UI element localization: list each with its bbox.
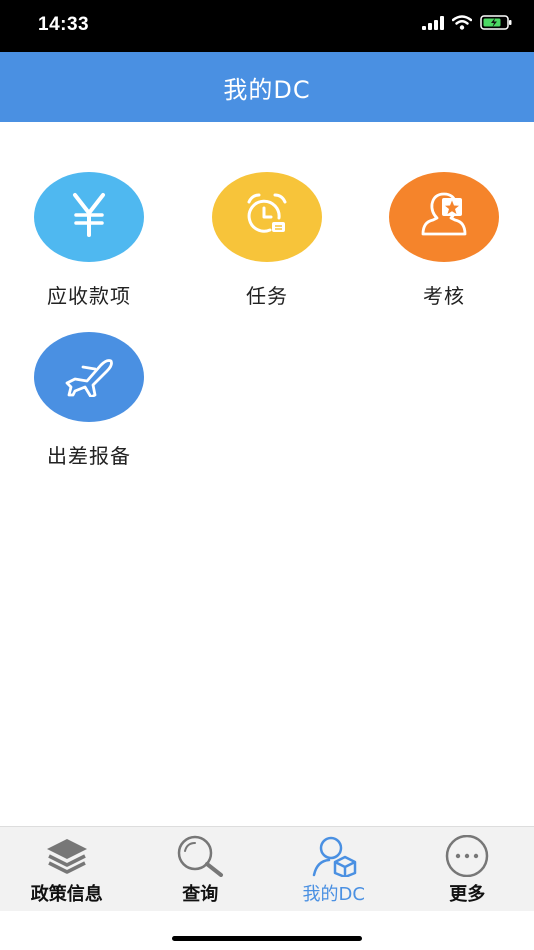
tab-label: 查询 — [182, 884, 219, 905]
tab-policy-info[interactable]: 政策信息 — [0, 827, 134, 911]
tile-business-travel[interactable]: 出差报备 — [14, 332, 164, 472]
airplane-icon — [61, 353, 117, 401]
status-icons — [422, 15, 512, 34]
status-time: 14:33 — [38, 14, 90, 35]
battery-icon — [480, 15, 512, 34]
tasks-circle — [212, 172, 322, 262]
review-circle — [389, 172, 499, 262]
tab-label: 我的DC — [302, 884, 365, 905]
tile-label: 应收款项 — [47, 284, 131, 308]
tile-tasks[interactable]: 任务 — [192, 172, 342, 312]
signal-icon — [422, 15, 444, 34]
tab-search[interactable]: 查询 — [134, 827, 268, 911]
wifi-icon — [451, 15, 473, 34]
bottom-tab-bar: 政策信息 查询 我的DC 更多 — [0, 826, 534, 911]
navigation-header: 我的DC — [0, 52, 534, 122]
home-indicator[interactable] — [172, 936, 362, 941]
tile-label: 出差报备 — [47, 444, 131, 468]
user-cube-icon — [309, 835, 359, 877]
tile-receivables[interactable]: 应收款项 — [14, 172, 164, 312]
layers-icon — [44, 835, 90, 877]
person-star-icon — [417, 190, 471, 244]
travel-circle — [34, 332, 144, 422]
tab-more[interactable]: 更多 — [401, 827, 534, 911]
tile-review[interactable]: 考核 — [369, 172, 519, 312]
yen-icon — [67, 191, 111, 243]
more-dots-icon — [442, 835, 492, 877]
page-title: 我的DC — [223, 75, 311, 104]
tab-label: 更多 — [449, 884, 486, 905]
tab-my-dc[interactable]: 我的DC — [267, 827, 401, 911]
alarm-clock-icon — [242, 190, 292, 244]
tile-label: 考核 — [423, 284, 465, 308]
receivables-circle — [34, 172, 144, 262]
search-icon — [175, 835, 225, 877]
status-bar: 14:33 — [0, 0, 534, 52]
tile-label: 任务 — [246, 284, 288, 308]
tab-label: 政策信息 — [30, 884, 103, 905]
